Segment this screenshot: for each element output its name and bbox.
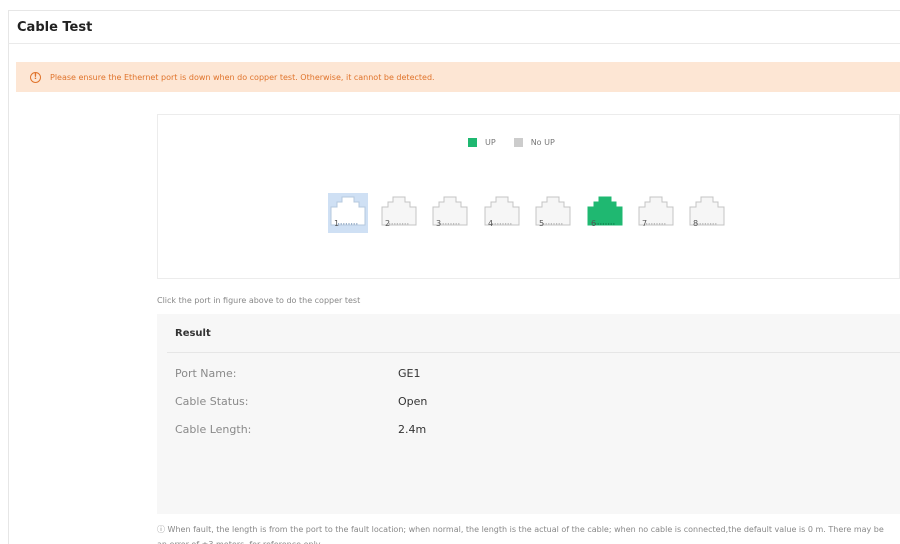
page-header: Cable Test [8,10,900,44]
content-border [8,44,9,544]
info-circle-icon: ⓘ [157,525,168,534]
port-8[interactable]: 8 [687,193,727,233]
port-5[interactable]: 5 [533,193,573,233]
port-number: 6 [591,219,597,228]
port-number: 2 [385,219,391,228]
cable-length-label: Cable Length: [175,423,252,436]
port-1[interactable]: 1 [328,193,368,233]
warning-banner: ! Please ensure the Ethernet port is dow… [16,62,900,92]
port-number: 8 [693,219,699,228]
port-4[interactable]: 4 [482,193,522,233]
legend-up-label: UP [485,138,496,147]
legend-no-up-label: No UP [530,138,555,147]
port-number: 5 [539,219,545,228]
port-row: 1 2 3 4 5 6 7 8 [328,193,738,237]
result-panel: Result Port Name: GE1 Cable Status: Open… [157,314,900,514]
legend-up-swatch [468,138,477,147]
legend-up: UP [468,138,496,147]
port-number: 4 [488,219,494,228]
cable-length-value: 2.4m [398,423,427,436]
port-name-label: Port Name: [175,367,237,380]
port-hint: Click the port in figure above to do the… [157,296,361,305]
warning-text: Please ensure the Ethernet port is down … [50,72,435,82]
port-legend: UP No UP [468,138,573,147]
port-7[interactable]: 7 [636,193,676,233]
legend-no-up: No UP [513,138,555,147]
port-2[interactable]: 2 [379,193,419,233]
port-number: 1 [334,219,340,228]
port-name-value: GE1 [398,367,421,380]
port-number: 7 [642,219,648,228]
port-6[interactable]: 6 [585,193,625,233]
result-divider [167,352,900,353]
port-3[interactable]: 3 [430,193,470,233]
legend-no-up-swatch [513,138,523,147]
port-number: 3 [436,219,442,228]
note-text: When fault, the length is from the port … [157,525,884,544]
cable-status-label: Cable Status: [175,395,249,408]
cable-status-value: Open [398,395,428,408]
exclamation-circle-icon: ! [30,71,41,83]
page-title: Cable Test [17,19,93,35]
result-title: Result [175,328,211,339]
port-panel: UP No UP 1 2 3 4 5 6 7 8 [157,114,900,279]
length-note: ⓘ When fault, the length is from the por… [157,522,892,544]
